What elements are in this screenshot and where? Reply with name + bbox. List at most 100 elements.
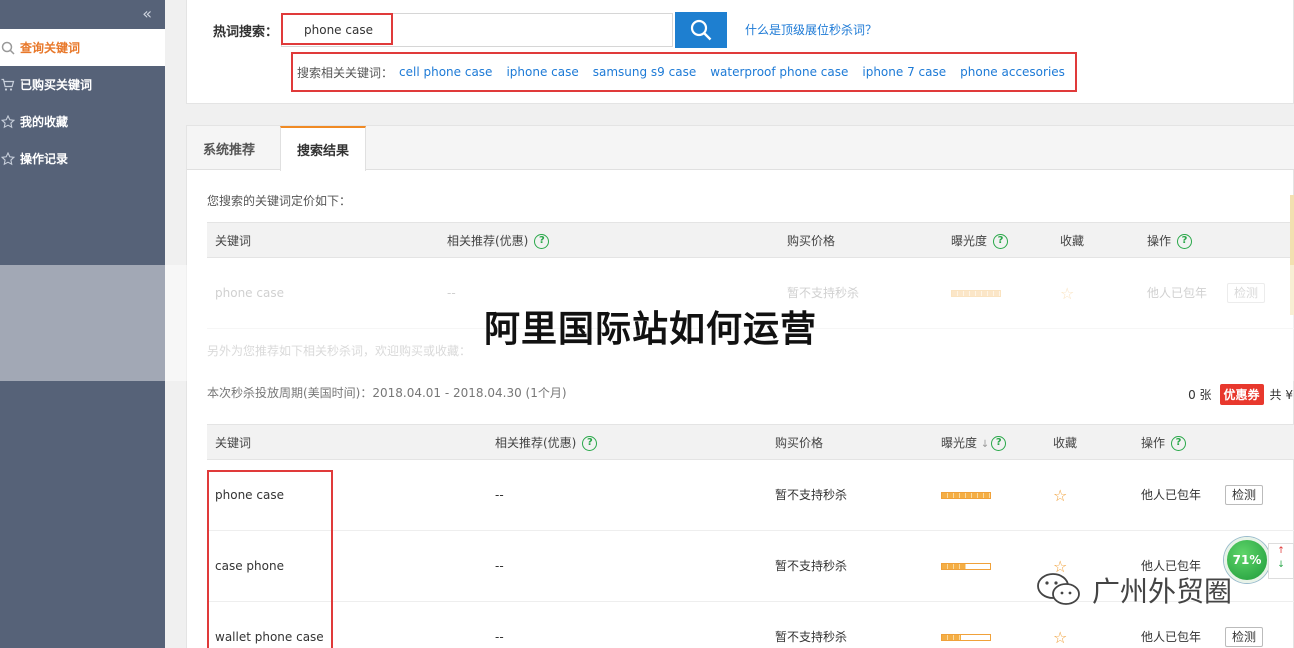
overlay-title: 阿里国际站如何运营 — [484, 309, 818, 350]
col-related-label: 相关推荐(优惠) — [495, 436, 577, 450]
col-price: 购买价格 — [787, 234, 836, 248]
keyword-cell: case phone — [215, 559, 284, 573]
col-exposure: 曝光度? — [951, 223, 1009, 259]
exposure-bar — [951, 290, 1001, 297]
search-label: 热词搜索： — [213, 25, 279, 40]
exposure-fill — [942, 493, 990, 498]
col-exposure-label: 曝光度 — [951, 234, 988, 248]
help-icon[interactable]: ? — [993, 234, 1009, 249]
collapse-sidebar-icon[interactable]: « — [142, 4, 152, 23]
detect-button[interactable]: 检测 — [1225, 485, 1264, 505]
col-exposure[interactable]: 曝光度 ↓? — [941, 425, 1007, 461]
tab-system-recommend[interactable]: 系统推荐 — [187, 126, 271, 170]
recommend-note: 另外为您推荐如下相关秒杀词，欢迎购买或收藏： — [207, 344, 472, 358]
col-action-label: 操作 — [1147, 234, 1172, 248]
sidebar-item-label: 已购买关键词 — [20, 78, 93, 92]
search-icon — [690, 19, 712, 41]
search-panel: 热词搜索： 什么是顶级展位秒杀词？ 搜索相关关键词： cell phone ca… — [186, 0, 1294, 104]
col-action: 操作? — [1141, 425, 1187, 461]
table-row: phone case -- 暂不支持秒杀 ☆ 他人已包年 检测 — [207, 460, 1294, 531]
help-link-top-keywords[interactable]: 什么是顶级展位秒杀词？ — [745, 21, 877, 38]
watermark: 广州外贸圈 — [1034, 570, 1232, 610]
related-keyword-link[interactable]: samsung s9 case — [593, 65, 696, 79]
wechat-icon — [1037, 573, 1080, 605]
related-keywords: 搜索相关关键词： cell phone case iphone case sam… — [291, 52, 1077, 92]
price-cell: 暂不支持秒杀 — [775, 630, 848, 644]
related-keyword-link[interactable]: iphone 7 case — [862, 65, 946, 79]
exposure-fill — [952, 291, 1000, 296]
col-favorite: 收藏 — [1053, 436, 1078, 450]
col-action-label: 操作 — [1141, 436, 1166, 450]
sidebar-item-favorites[interactable]: 我的收藏 — [0, 103, 165, 140]
related-keyword-link[interactable]: waterproof phone case — [710, 65, 848, 79]
star-icon — [0, 114, 20, 129]
record-icon — [0, 151, 20, 166]
col-related-label: 相关推荐(优惠) — [447, 234, 529, 248]
sort-down-icon[interactable]: ↓ — [981, 439, 989, 450]
col-exposure-label: 曝光度 — [941, 436, 978, 450]
results-intro: 您搜索的关键词定价如下： — [207, 194, 352, 208]
coupon-total: 共 ¥ — [1269, 388, 1293, 402]
sidebar-item-purchased-keywords[interactable]: 已购买关键词 — [0, 66, 165, 103]
favorite-star-icon[interactable]: ☆ — [1053, 460, 1067, 531]
col-action: 操作? — [1147, 223, 1193, 259]
sidebar-item-label: 查询关键词 — [20, 41, 81, 55]
related-keyword-link[interactable]: iphone case — [506, 65, 578, 79]
keyword-cell: wallet phone case — [215, 630, 324, 644]
help-icon[interactable]: ? — [534, 234, 550, 249]
related-cell: -- — [495, 630, 504, 644]
col-price: 购买价格 — [775, 436, 824, 450]
detect-button[interactable]: 检测 — [1227, 283, 1266, 303]
col-related: 相关推荐(优惠)? — [495, 425, 598, 461]
speed-arrows: ↑ ↓ — [1268, 543, 1294, 579]
exposure-fill — [942, 635, 962, 640]
related-cell: -- — [495, 488, 504, 502]
related-keyword-link[interactable]: phone accesories — [960, 65, 1065, 79]
exposure-bar — [941, 634, 991, 641]
help-icon[interactable]: ? — [1171, 436, 1187, 451]
price-cell: 暂不支持秒杀 — [775, 488, 848, 502]
status-cell: 他人已包年 — [1147, 286, 1208, 300]
sidebar-item-label: 操作记录 — [20, 152, 69, 166]
related-keyword-link[interactable]: cell phone case — [399, 65, 492, 79]
exposure-bar — [941, 563, 991, 570]
scroll-indicator[interactable] — [1290, 195, 1294, 315]
help-icon[interactable]: ? — [1177, 234, 1193, 249]
coupon-badge[interactable]: 优惠券 — [1219, 384, 1264, 405]
col-keyword: 关键词 — [215, 436, 252, 450]
exposure-bar — [941, 492, 991, 499]
price-cell: 暂不支持秒杀 — [775, 559, 848, 573]
tab-bar: 系统推荐 搜索结果 — [187, 126, 1294, 171]
tab-search-results[interactable]: 搜索结果 — [280, 126, 367, 171]
coupon-count: 0 张 — [1188, 388, 1212, 402]
col-keyword: 关键词 — [215, 234, 252, 248]
keyword-cell: phone case — [215, 488, 284, 502]
priced-keywords-table: 关键词 相关推荐(优惠)? 购买价格 曝光度? 收藏 操作? phone cas… — [207, 222, 1294, 329]
coupon-summary: 0 张 优惠券 共 ¥ — [1188, 384, 1293, 405]
table-header: 关键词 相关推荐(优惠)? 购买价格 曝光度 ↓? 收藏 操作? — [207, 424, 1294, 460]
sidebar: « 查询关键词 已购买关键词 我的收藏 操作记录 — [0, 0, 165, 648]
status-cell: 他人已包年 — [1141, 488, 1202, 502]
delivery-period: 本次秒杀投放周期(美国时间)：2018.04.01 - 2018.04.30 (… — [207, 386, 567, 400]
sidebar-item-operation-log[interactable]: 操作记录 — [0, 140, 165, 177]
related-keywords-label: 搜索相关关键词： — [297, 65, 394, 80]
page-root: « 查询关键词 已购买关键词 我的收藏 操作记录 热词搜索： phone cas… — [0, 0, 1294, 648]
keyword-cell: phone case — [215, 286, 284, 300]
exposure-fill — [942, 564, 966, 569]
search-input[interactable] — [281, 13, 673, 47]
help-icon[interactable]: ? — [991, 436, 1007, 451]
help-icon[interactable]: ? — [582, 436, 598, 451]
sidebar-item-label: 我的收藏 — [20, 115, 69, 129]
search-button[interactable] — [675, 12, 727, 48]
detect-button[interactable]: 检测 — [1225, 627, 1264, 647]
arrow-down-icon: ↓ — [1277, 560, 1285, 570]
related-cell: -- — [495, 559, 504, 573]
favorite-star-icon[interactable]: ☆ — [1060, 258, 1074, 329]
watermark-text: 广州外贸圈 — [1092, 575, 1233, 608]
arrow-up-icon: ↑ — [1277, 546, 1285, 556]
search-icon — [0, 41, 20, 55]
recommended-keywords-table: 关键词 相关推荐(优惠)? 购买价格 曝光度 ↓? 收藏 操作? phone c… — [207, 424, 1294, 647]
col-related: 相关推荐(优惠)? — [447, 223, 550, 259]
sidebar-item-query-keywords[interactable]: 查询关键词 — [0, 29, 165, 66]
cart-icon — [0, 78, 20, 92]
